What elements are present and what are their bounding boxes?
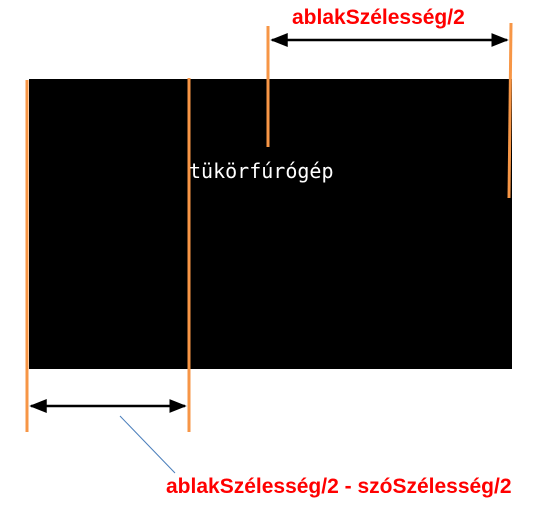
right-edge-marker-line [507,22,513,199]
bottom-dimension-label: ablakSzélesség/2 - szóSzélesség/2 [166,475,512,498]
console-window [29,79,512,369]
console-word: tükörfúrógép [189,159,334,183]
top-dimension-label: ablakSzélesség/2 [292,6,465,29]
label-pointer-line [119,415,176,474]
diagram-canvas [25,22,513,474]
